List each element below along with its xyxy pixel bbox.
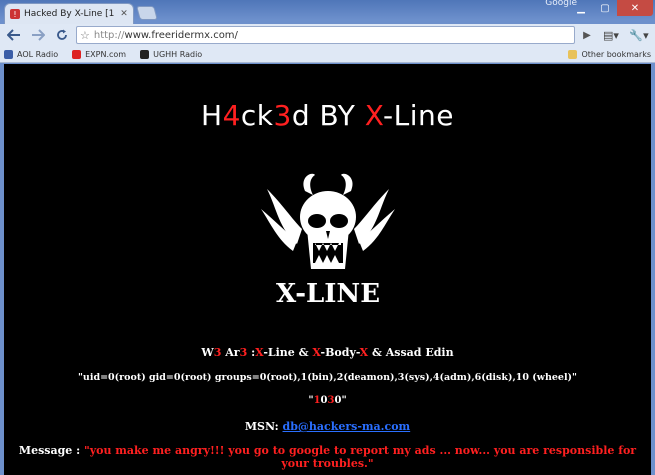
title-part: 4 [222, 99, 241, 132]
go-icon[interactable]: ▶ [579, 30, 595, 41]
message-text: "you make me angry!!! you go to google t… [84, 444, 637, 470]
msn-label: MSN: [244, 420, 283, 433]
tab-active[interactable]: ! Hacked By X-Line [1030] M... ✕ [4, 3, 134, 24]
message-line: Message : "you make me angry!!! you go t… [4, 444, 651, 470]
authors-part: X [359, 346, 369, 359]
page-favicon-icon: ! [9, 9, 20, 20]
logo-text: X-LINE [276, 279, 380, 309]
tab-title: Hacked By X-Line [1030] M... [24, 9, 115, 19]
bookmark-expn[interactable]: EXPN.com [72, 49, 127, 59]
message-label: Message : [18, 444, 84, 457]
authors-part: : [247, 346, 256, 359]
code-part: " [341, 395, 347, 406]
authors-part: W [201, 346, 214, 359]
reload-button[interactable] [52, 26, 72, 44]
title-part: H [201, 99, 223, 132]
maximize-icon[interactable]: ▢ [593, 0, 617, 16]
skull-logo: X-LINE [261, 173, 395, 309]
new-tab-button[interactable] [136, 6, 158, 20]
authors-part: -Line & [263, 346, 313, 359]
svg-text:!: ! [13, 10, 16, 19]
wrench-menu-icon[interactable]: 🔧▾ [627, 26, 651, 44]
bookmark-ughh-radio[interactable]: UGHH Radio [140, 49, 203, 59]
title-part: ck [240, 99, 274, 132]
window-controls: ▁ ▢ ✕ [569, 0, 653, 16]
bookmark-star-icon[interactable]: ☆ [80, 29, 90, 42]
aol-radio-icon [4, 49, 13, 59]
code-part: 1 [313, 395, 321, 406]
reload-icon [57, 29, 67, 40]
minimize-icon[interactable]: ▁ [569, 0, 593, 16]
url-host: www.freeridermx.com/ [124, 29, 238, 41]
bookmark-label: UGHH Radio [153, 49, 203, 59]
folder-icon [568, 49, 578, 59]
title-part: -Line [383, 99, 454, 132]
code-part: 0 [320, 395, 328, 406]
tab-close-icon[interactable]: ✕ [119, 9, 129, 19]
msn-line: MSN: db@hackers-ma.com [4, 420, 651, 433]
authors-part: -Body- [320, 346, 360, 359]
group-code-line: "1030" [4, 395, 651, 406]
url-text[interactable]: http://www.freeridermx.com/ [94, 30, 571, 41]
authors-line: W3 Ar3 :X-Line & X-Body-X & Assad Edin [4, 346, 651, 359]
navigation-toolbar: ☆ http://www.freeridermx.com/ ▶ ▤▾ 🔧▾ [0, 24, 655, 46]
browser-window: ! Hacked By X-Line [1030] M... ✕ Google … [0, 0, 655, 475]
msn-email-link[interactable]: db@hackers-ma.com [283, 420, 411, 433]
authors-part: Ar [221, 346, 240, 359]
forward-button[interactable] [28, 26, 48, 44]
uid-line: "uid=0(root) gid=0(root) groups=0(root),… [77, 372, 577, 383]
close-window-icon[interactable]: ✕ [617, 0, 653, 16]
back-button[interactable] [4, 26, 24, 44]
other-bookmarks[interactable]: Other bookmarks [568, 49, 651, 59]
authors-part: X [312, 346, 321, 359]
bookmark-aol-radio[interactable]: AOL Radio [4, 49, 59, 59]
other-bookmarks-label: Other bookmarks [581, 49, 651, 59]
web-page-content: H4ck3d BY X-Line X-LINE W3 Ar3 :X-Line &… [4, 64, 651, 475]
authors-part: & Assad Edin [368, 346, 454, 359]
bookmark-label: EXPN.com [85, 49, 127, 59]
address-bar[interactable]: ☆ http://www.freeridermx.com/ [76, 26, 575, 44]
expn-icon [72, 49, 82, 59]
title-part: d BY [291, 99, 365, 132]
title-part: 3 [273, 99, 292, 132]
ughh-icon [140, 49, 150, 59]
forward-arrow-icon [32, 29, 45, 41]
bookmarks-bar: AOL Radio EXPN.com UGHH Radio Other book… [0, 46, 655, 63]
page-menu-icon[interactable]: ▤▾ [599, 26, 623, 44]
page-title: H4ck3d BY X-Line [4, 99, 651, 132]
back-arrow-icon [7, 29, 20, 41]
bookmark-label: AOL Radio [17, 49, 59, 59]
title-part: X [364, 99, 383, 132]
url-scheme: http:// [93, 29, 125, 41]
tab-strip: ! Hacked By X-Line [1030] M... ✕ Google … [0, 0, 655, 24]
